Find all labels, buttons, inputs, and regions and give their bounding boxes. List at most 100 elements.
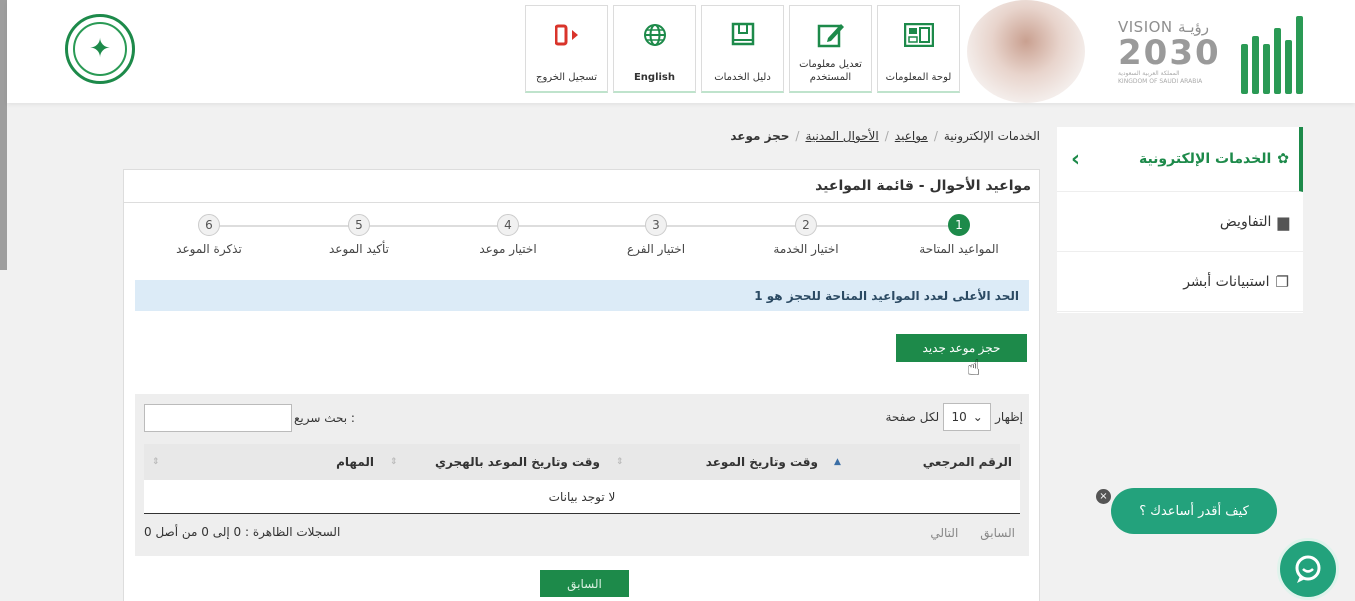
eservices-icon: ✿: [1277, 151, 1289, 167]
col-reference-number[interactable]: الرقم المرجعي ▲: [826, 455, 1020, 469]
vision-year: 2030: [1118, 33, 1221, 73]
step-number: 2: [795, 214, 817, 236]
pagination-next[interactable]: التالي: [930, 526, 958, 540]
survey-icon: ❐: [1275, 272, 1289, 291]
briefcase-icon: ▆: [1277, 212, 1289, 231]
english-label: English: [633, 72, 676, 83]
hand-cursor-icon: ☝: [967, 356, 981, 381]
step-1: 1 المواعيد المتاحة: [889, 214, 1029, 256]
sidebar: ‹ الخدمات الإلكترونية ✿ التفاويض ▆ استبي…: [1057, 127, 1303, 313]
step-6: 6 تذكرة الموعد: [139, 214, 279, 256]
dashboard-tile[interactable]: لوحة المعلومات: [877, 5, 960, 93]
user-avatar[interactable]: [967, 0, 1085, 103]
column-label: المهام: [336, 455, 374, 469]
step-label: تذكرة الموعد: [176, 242, 242, 256]
breadcrumb-appointments[interactable]: مواعيد: [895, 129, 928, 143]
panel-title: مواعيد الأحوال - قائمة المواعيد: [124, 170, 1039, 203]
sidebar-item-label: التفاويض: [1219, 213, 1272, 230]
breadcrumb-civil-affairs[interactable]: الأحوال المدنية: [805, 129, 878, 143]
vision-sub-en: KINGDOM OF SAUDI ARABIA: [1118, 78, 1203, 85]
step-number: 6: [198, 214, 220, 236]
pagination-previous[interactable]: السابق: [980, 526, 1015, 540]
pagination: السابق التالي: [930, 526, 1015, 540]
step-label: اختيار موعد: [479, 242, 537, 256]
column-label: وقت وتاريخ الموعد: [705, 455, 818, 469]
step-3: 3 اختيار الفرع: [586, 214, 726, 256]
step-label: اختيار الفرع: [626, 242, 686, 256]
chevron-down-icon: ⌄: [972, 410, 983, 424]
table-empty-row: لا توجد بيانات: [144, 480, 1020, 514]
show-label: إظهار: [995, 410, 1023, 424]
globe-icon: [643, 18, 667, 52]
edit-icon: [817, 18, 845, 52]
palm-swords-icon: ✦: [73, 22, 127, 76]
logout-tile[interactable]: تسجيل الخروج: [525, 5, 608, 93]
per-page-label: لكل صفحة: [885, 410, 940, 424]
page-size-value: 10: [951, 410, 967, 424]
logout-icon: [554, 18, 579, 52]
step-5: 5 تأكيد الموعد: [289, 214, 429, 256]
sort-icon: ⇕: [616, 457, 624, 467]
breadcrumb: الخدمات الإلكترونية / مواعيد / الأحوال ا…: [730, 129, 1040, 143]
vision-2030-logo: VISION رؤيـة 2030 المملكة العربية السعود…: [1118, 18, 1228, 92]
english-tile[interactable]: English: [613, 5, 696, 93]
breadcrumb-separator: /: [884, 129, 889, 143]
quick-search-label: بحث سريع :: [294, 411, 355, 425]
edit-user-tile[interactable]: تعديل معلومات المستخدم: [789, 5, 872, 93]
step-number: 5: [348, 214, 370, 236]
quick-search-input[interactable]: [144, 404, 292, 432]
logout-label: تسجيل الخروج: [535, 72, 597, 83]
breadcrumb-separator: /: [933, 129, 938, 143]
records-info: السجلات الظاهرة : 0 إلى 0 من أصل 0: [144, 525, 341, 539]
step-2: 2 اختيار الخدمة: [736, 214, 876, 256]
new-appointment-button[interactable]: حجز موعد جديد: [896, 334, 1027, 362]
back-button[interactable]: السابق: [540, 570, 629, 597]
breadcrumb-separator: /: [795, 129, 800, 143]
sidebar-item-surveys[interactable]: استبيانات أبشر ❐: [1057, 252, 1303, 312]
step-label: اختيار الخدمة: [773, 242, 839, 256]
sidebar-item-label: استبيانات أبشر: [1183, 273, 1270, 290]
step-number: 1: [948, 214, 970, 236]
sort-icon: ⇕: [152, 457, 160, 467]
step-number: 3: [645, 214, 667, 236]
col-hijri-datetime[interactable]: وقت وتاريخ الموعد بالهجري ⇕: [382, 455, 608, 469]
step-label: المواعيد المتاحة: [919, 242, 999, 256]
chatbot-icon: [1295, 555, 1321, 583]
breadcrumb-current: حجز موعد: [730, 129, 790, 143]
column-label: وقت وتاريخ الموعد بالهجري: [435, 455, 600, 469]
moi-emblem-logo: ✦: [65, 14, 135, 84]
dashboard-label: لوحة المعلومات: [885, 72, 952, 83]
appointments-panel: مواعيد الأحوال - قائمة المواعيد 1 المواع…: [123, 169, 1040, 601]
header-tiles: تسجيل الخروج English دليل الخدمات تعديل …: [525, 5, 960, 93]
column-label: الرقم المرجعي: [922, 455, 1012, 469]
info-alert: الحد الأعلى لعدد المواعيد المتاحة للحجز …: [135, 280, 1029, 311]
appointments-table-area: بحث سريع : إظهار 10 ⌄ لكل صفحة الرقم الم…: [135, 394, 1029, 556]
col-tasks[interactable]: المهام ⇕: [144, 455, 382, 469]
sidebar-item-eservices-label: الخدمات الإلكترونية ✿: [1139, 151, 1289, 167]
breadcrumb-eservices[interactable]: الخدمات الإلكترونية: [944, 129, 1040, 143]
chat-help-bubble[interactable]: كيف أقدر أساعدك ؟: [1111, 488, 1277, 534]
page-size-select[interactable]: 10 ⌄: [943, 403, 992, 431]
step-number: 4: [497, 214, 519, 236]
services-guide-label: دليل الخدمات: [714, 72, 771, 83]
chevron-left-icon[interactable]: ‹: [1071, 147, 1080, 172]
services-guide-tile[interactable]: دليل الخدمات: [701, 5, 784, 93]
book-icon: [730, 18, 756, 52]
wizard-steps: 1 المواعيد المتاحة 2 اختيار الخدمة 3 اخت…: [142, 214, 1014, 264]
table-header: الرقم المرجعي ▲ وقت وتاريخ الموعد ⇕ وقت …: [144, 444, 1020, 480]
col-appointment-datetime[interactable]: وقت وتاريخ الموعد ⇕: [608, 455, 826, 469]
chat-button[interactable]: [1277, 538, 1339, 600]
edit-user-label: تعديل معلومات المستخدم: [799, 59, 862, 83]
sort-asc-icon: ▲: [834, 457, 841, 467]
step-label: تأكيد الموعد: [328, 242, 390, 256]
top-header: ✦ تسجيل الخروج English دليل الخدمات تعدي…: [7, 0, 1355, 103]
sidebar-item-eservices[interactable]: ‹ الخدمات الإلكترونية ✿: [1057, 127, 1303, 192]
sidebar-item-delegations[interactable]: التفاويض ▆: [1057, 192, 1303, 252]
dashboard-icon: [903, 18, 934, 52]
sort-icon: ⇕: [390, 457, 398, 467]
absher-logo[interactable]: [1241, 10, 1307, 94]
sidebar-item-label: الخدمات الإلكترونية: [1138, 151, 1272, 167]
step-4: 4 اختيار موعد: [438, 214, 578, 256]
page-size-control: إظهار 10 ⌄ لكل صفحة: [885, 403, 1023, 431]
chat-close-icon[interactable]: ×: [1096, 489, 1111, 504]
